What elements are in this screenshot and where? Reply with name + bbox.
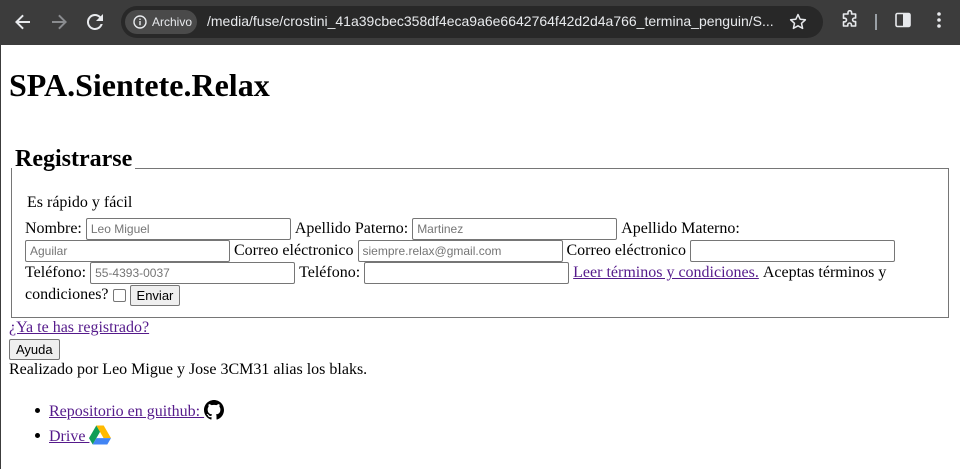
already-registered-link[interactable]: ¿Ya te has registrado? (9, 318, 149, 338)
site-info-label: Archivo (152, 15, 193, 29)
bookmark-star-icon[interactable] (788, 12, 808, 32)
more-menu-icon[interactable] (929, 10, 949, 30)
correo-confirm-input[interactable] (690, 240, 895, 262)
correo-label: Correo eléctronico (234, 242, 354, 259)
browser-toolbar: Archivo /media/fuse/crostini_41a39cbec35… (0, 0, 960, 45)
accept-terms-label: Aceptas términos y (762, 264, 887, 281)
info-icon (133, 15, 147, 29)
telefono-input[interactable] (90, 262, 296, 284)
list-item: Drive (34, 425, 112, 447)
url-text[interactable]: /media/fuse/crostini_41a39cbec358df4eca9… (207, 13, 787, 29)
nombre-input[interactable] (85, 218, 291, 240)
nombre-label: Nombre: (25, 220, 82, 237)
telefono-confirm-label: Teléfono: (299, 264, 361, 281)
apellido-paterno-input[interactable] (412, 218, 618, 240)
accept-terms-checkbox[interactable] (112, 288, 126, 302)
telefono-confirm-input[interactable] (364, 262, 570, 284)
correo-confirm-label: Correo eléctronico (566, 242, 687, 259)
forward-button[interactable] (41, 4, 77, 40)
form-line-3: Teléfono: Teléfono: Leer términos y cond… (25, 262, 886, 284)
extensions-icon[interactable] (840, 10, 860, 30)
back-button[interactable] (5, 4, 41, 40)
credits-text: Realizado por Leo Migue y Jose 3CM31 ali… (9, 361, 368, 378)
arrow-left-icon (15, 14, 30, 30)
accept-terms-label-cont: condiciones? (25, 286, 109, 303)
submit-button[interactable]: Enviar (129, 284, 181, 306)
form-line-4: condiciones? Enviar (25, 284, 181, 306)
telefono-label: Teléfono: (25, 264, 87, 281)
form-intro: Es rápido y fácil (27, 194, 133, 211)
github-repo-link[interactable]: Repositorio en guithub: (49, 400, 225, 422)
side-panel-icon[interactable] (893, 10, 913, 30)
reload-button[interactable] (77, 4, 113, 40)
github-icon (204, 400, 225, 420)
address-bar[interactable]: Archivo /media/fuse/crostini_41a39cbec35… (121, 6, 823, 38)
site-info-chip[interactable]: Archivo (125, 10, 197, 34)
form-legend: Registrarse (12, 145, 136, 173)
correo-input[interactable] (357, 240, 563, 262)
page-title: SPA.Sientete.Relax (9, 67, 270, 103)
apellido-materno-label: Apellido Materno: (621, 220, 740, 237)
reload-icon (87, 14, 103, 30)
apellido-materno-input[interactable] (25, 240, 230, 262)
window-border (0, 45, 1, 469)
apellido-paterno-label: Apellido Paterno: (294, 220, 409, 237)
help-button[interactable]: Ayuda (9, 339, 60, 360)
arrow-right-icon (52, 14, 67, 30)
google-drive-icon (89, 425, 112, 445)
terms-link[interactable]: Leer términos y condiciones. (573, 262, 759, 284)
form-line-2: Correo eléctronico Correo eléctronico (25, 240, 895, 262)
drive-link-label: Drive (49, 428, 90, 445)
toolbar-divider (875, 14, 877, 30)
github-link-label: Repositorio en guithub: (49, 403, 205, 420)
list-item: Repositorio en guithub: (34, 400, 225, 422)
drive-link[interactable]: Drive (49, 425, 112, 447)
form-line-1: Nombre: Apellido Paterno: Apellido Mater… (25, 218, 740, 240)
